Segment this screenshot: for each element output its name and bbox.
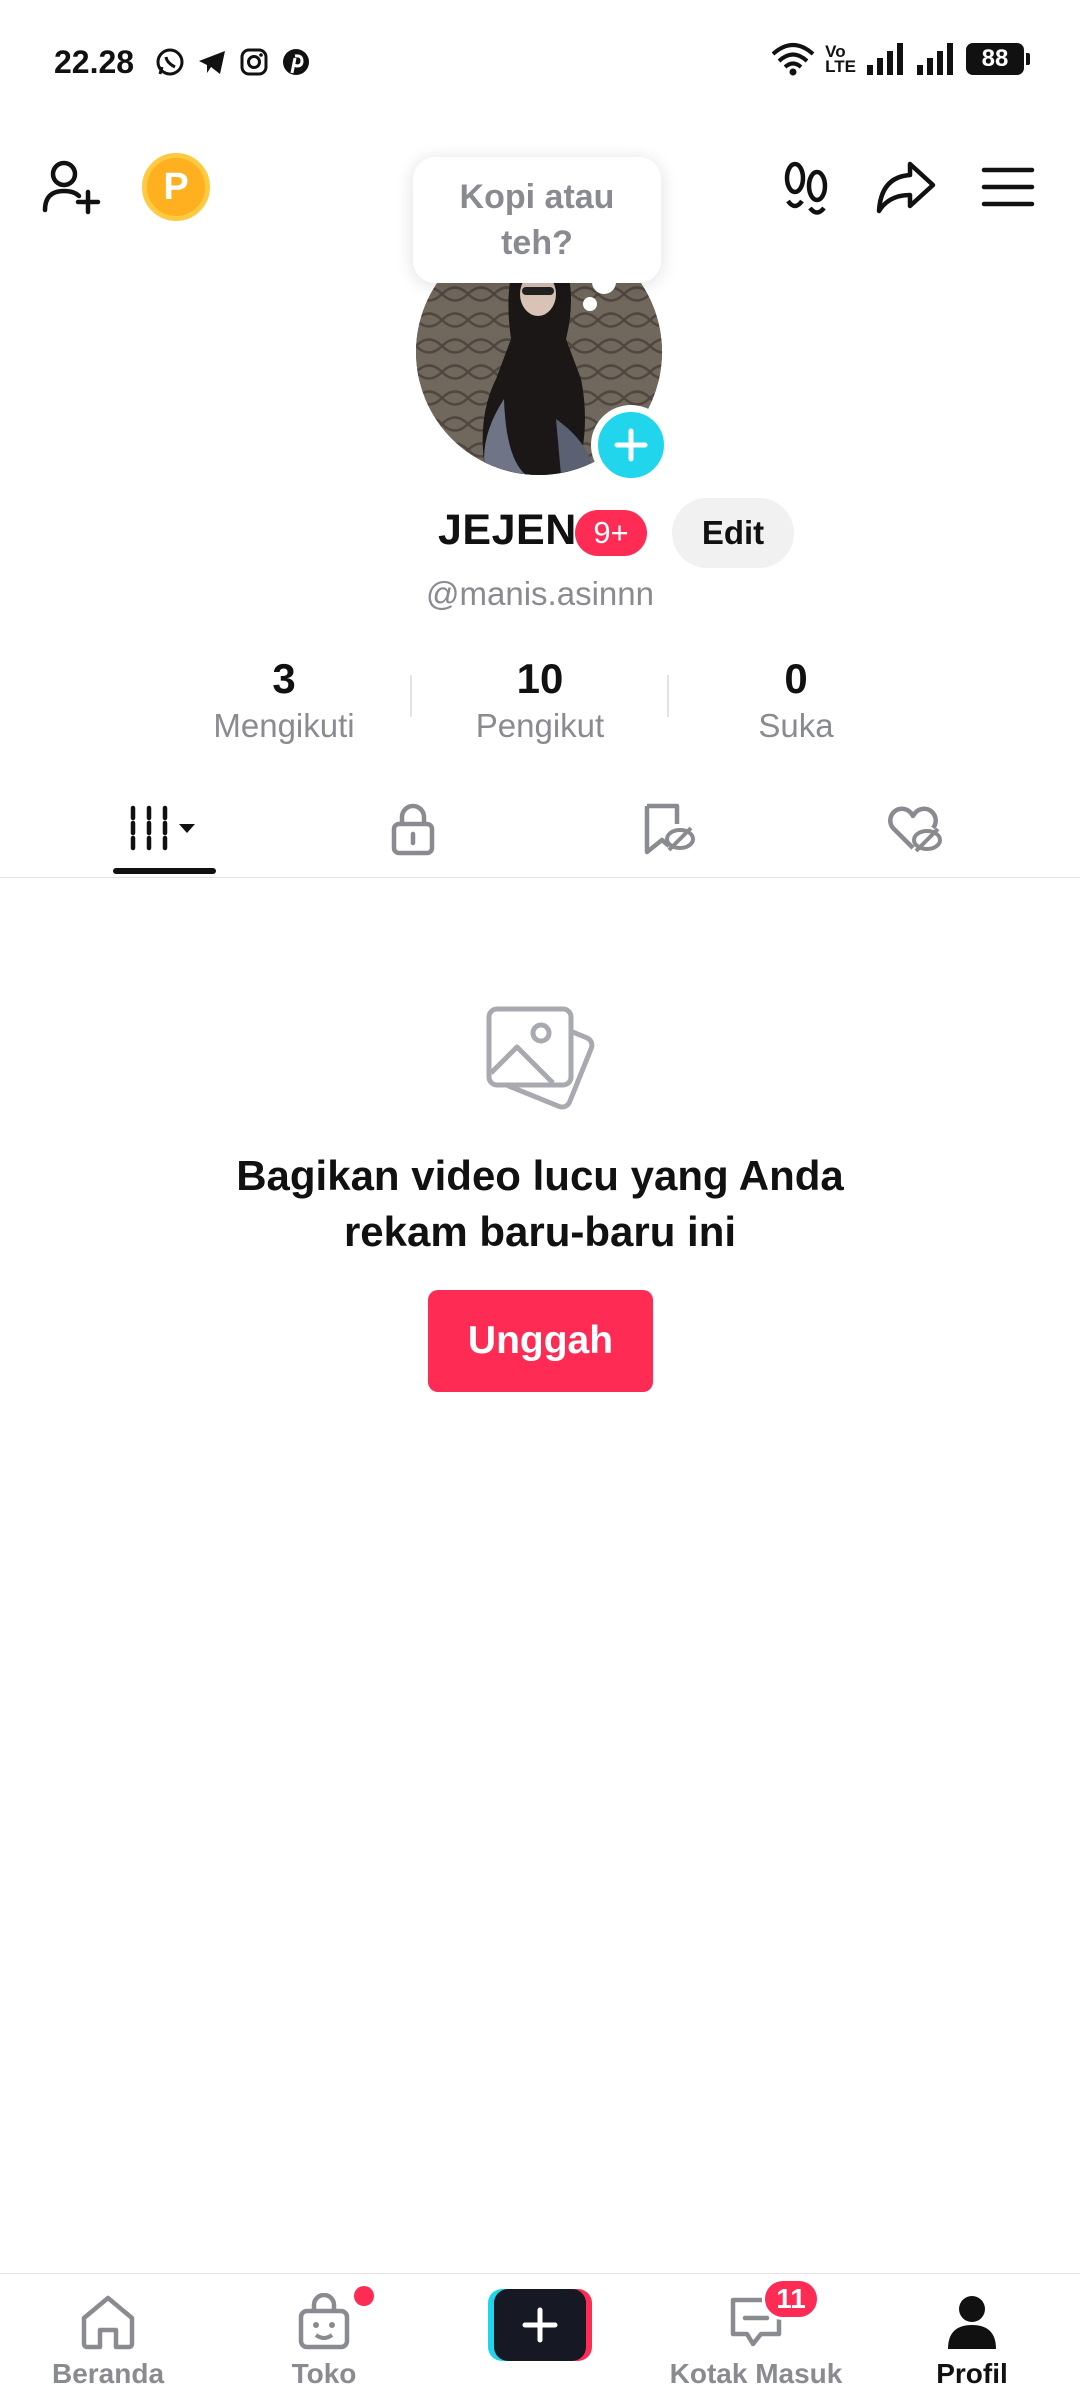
- empty-state-line-1: Bagikan video lucu yang Anda: [236, 1152, 844, 1199]
- nav-shop[interactable]: Toko: [216, 2274, 432, 2400]
- footprints-icon: [784, 161, 828, 215]
- nav-profile[interactable]: Profil: [864, 2274, 1080, 2400]
- tab-reposts[interactable]: [532, 780, 802, 878]
- volte-indicator: Vo LTE: [825, 42, 856, 76]
- hidden-repost-icon: [644, 803, 695, 855]
- profile-stats: 3 Mengikuti 10 Pengikut 0 Suka: [0, 655, 1080, 755]
- pinterest-icon: [283, 49, 309, 75]
- bubble-dot: [583, 297, 597, 311]
- telegram-icon: [199, 51, 225, 74]
- note-line-2: teh?: [501, 224, 573, 262]
- instagram-icon: [240, 48, 268, 76]
- active-tab-indicator: [113, 868, 216, 874]
- stat-followers-value: 10: [516, 655, 564, 702]
- bottom-navigation: Beranda Toko Kotak Masuk 11 Profil: [0, 2273, 1080, 2400]
- lock-icon: [391, 803, 435, 856]
- wifi-icon: [771, 43, 815, 76]
- stat-likes[interactable]: 0 Suka: [676, 655, 916, 745]
- profile-tabs: [0, 780, 1080, 878]
- note-bubble[interactable]: Kopi atau teh?: [413, 157, 661, 283]
- whatsapp-icon: [156, 48, 184, 76]
- status-right: Vo LTE 88: [771, 42, 1030, 76]
- add-person-icon: [42, 160, 101, 215]
- add-friend-button[interactable]: [38, 154, 104, 220]
- profile-views-button[interactable]: [773, 154, 839, 220]
- hidden-likes-icon: [888, 806, 942, 853]
- menu-button[interactable]: [975, 154, 1041, 220]
- notification-badge[interactable]: 9+: [575, 510, 647, 556]
- nav-profile-label: Profil: [936, 2358, 1008, 2389]
- stat-following-value: 3: [272, 655, 296, 702]
- share-arrow-icon: [876, 161, 936, 214]
- stat-following[interactable]: 3 Mengikuti: [164, 655, 404, 745]
- status-bar: 22.28 Vo LTE 88: [0, 0, 1080, 125]
- tab-private[interactable]: [278, 780, 548, 878]
- stat-followers-label: Pengikut: [475, 707, 605, 744]
- profile-name: JEJEN: [438, 506, 577, 554]
- empty-state-line-2: rekam baru-baru ini: [343, 1208, 737, 1255]
- hamburger-menu-icon: [981, 167, 1035, 207]
- signal-icon-1: [867, 43, 903, 75]
- nav-shop-label: Toko: [291, 2358, 357, 2389]
- home-icon: [81, 2295, 135, 2350]
- stat-divider: [667, 675, 669, 717]
- add-story-button[interactable]: [591, 405, 671, 485]
- profile-icon: [948, 2296, 996, 2349]
- videos-grid-icon: [130, 805, 195, 853]
- nav-home[interactable]: Beranda: [0, 2274, 216, 2400]
- shop-bag-icon: [298, 2293, 350, 2350]
- stat-following-label: Mengikuti: [213, 707, 355, 744]
- coin-button[interactable]: P: [142, 153, 210, 221]
- nav-home-label: Beranda: [51, 2358, 165, 2389]
- create-button[interactable]: [488, 2289, 592, 2361]
- battery-indicator: 88: [966, 43, 1030, 75]
- signal-icon-2: [917, 43, 953, 75]
- status-app-icons: [154, 46, 312, 78]
- stat-divider: [410, 675, 412, 717]
- stat-likes-label: Suka: [758, 707, 834, 744]
- stat-likes-value: 0: [784, 655, 808, 702]
- plus-icon: [614, 428, 648, 462]
- share-profile-button[interactable]: [873, 154, 939, 220]
- edit-profile-button[interactable]: Edit: [672, 498, 794, 568]
- photos-icon: [486, 1006, 595, 1110]
- nav-inbox[interactable]: Kotak Masuk: [648, 2274, 864, 2400]
- upload-button[interactable]: Unggah: [428, 1290, 653, 1392]
- status-time: 22.28: [54, 44, 135, 80]
- nav-inbox-label: Kotak Masuk: [669, 2358, 843, 2389]
- inbox-count-badge: 11: [762, 2278, 820, 2320]
- tab-liked[interactable]: [780, 780, 1050, 878]
- empty-state-title: Bagikan video lucu yang Anda rekam baru-…: [0, 1148, 1080, 1260]
- shop-notification-dot: [354, 2286, 374, 2306]
- stat-followers[interactable]: 10 Pengikut: [420, 655, 660, 745]
- tab-videos[interactable]: [30, 780, 300, 878]
- name-row: JEJEN 9+ Edit: [0, 498, 1080, 568]
- note-line-1: Kopi atau: [459, 178, 615, 216]
- create-plus-icon: [522, 2307, 558, 2343]
- profile-handle: @manis.asinnn: [426, 575, 654, 612]
